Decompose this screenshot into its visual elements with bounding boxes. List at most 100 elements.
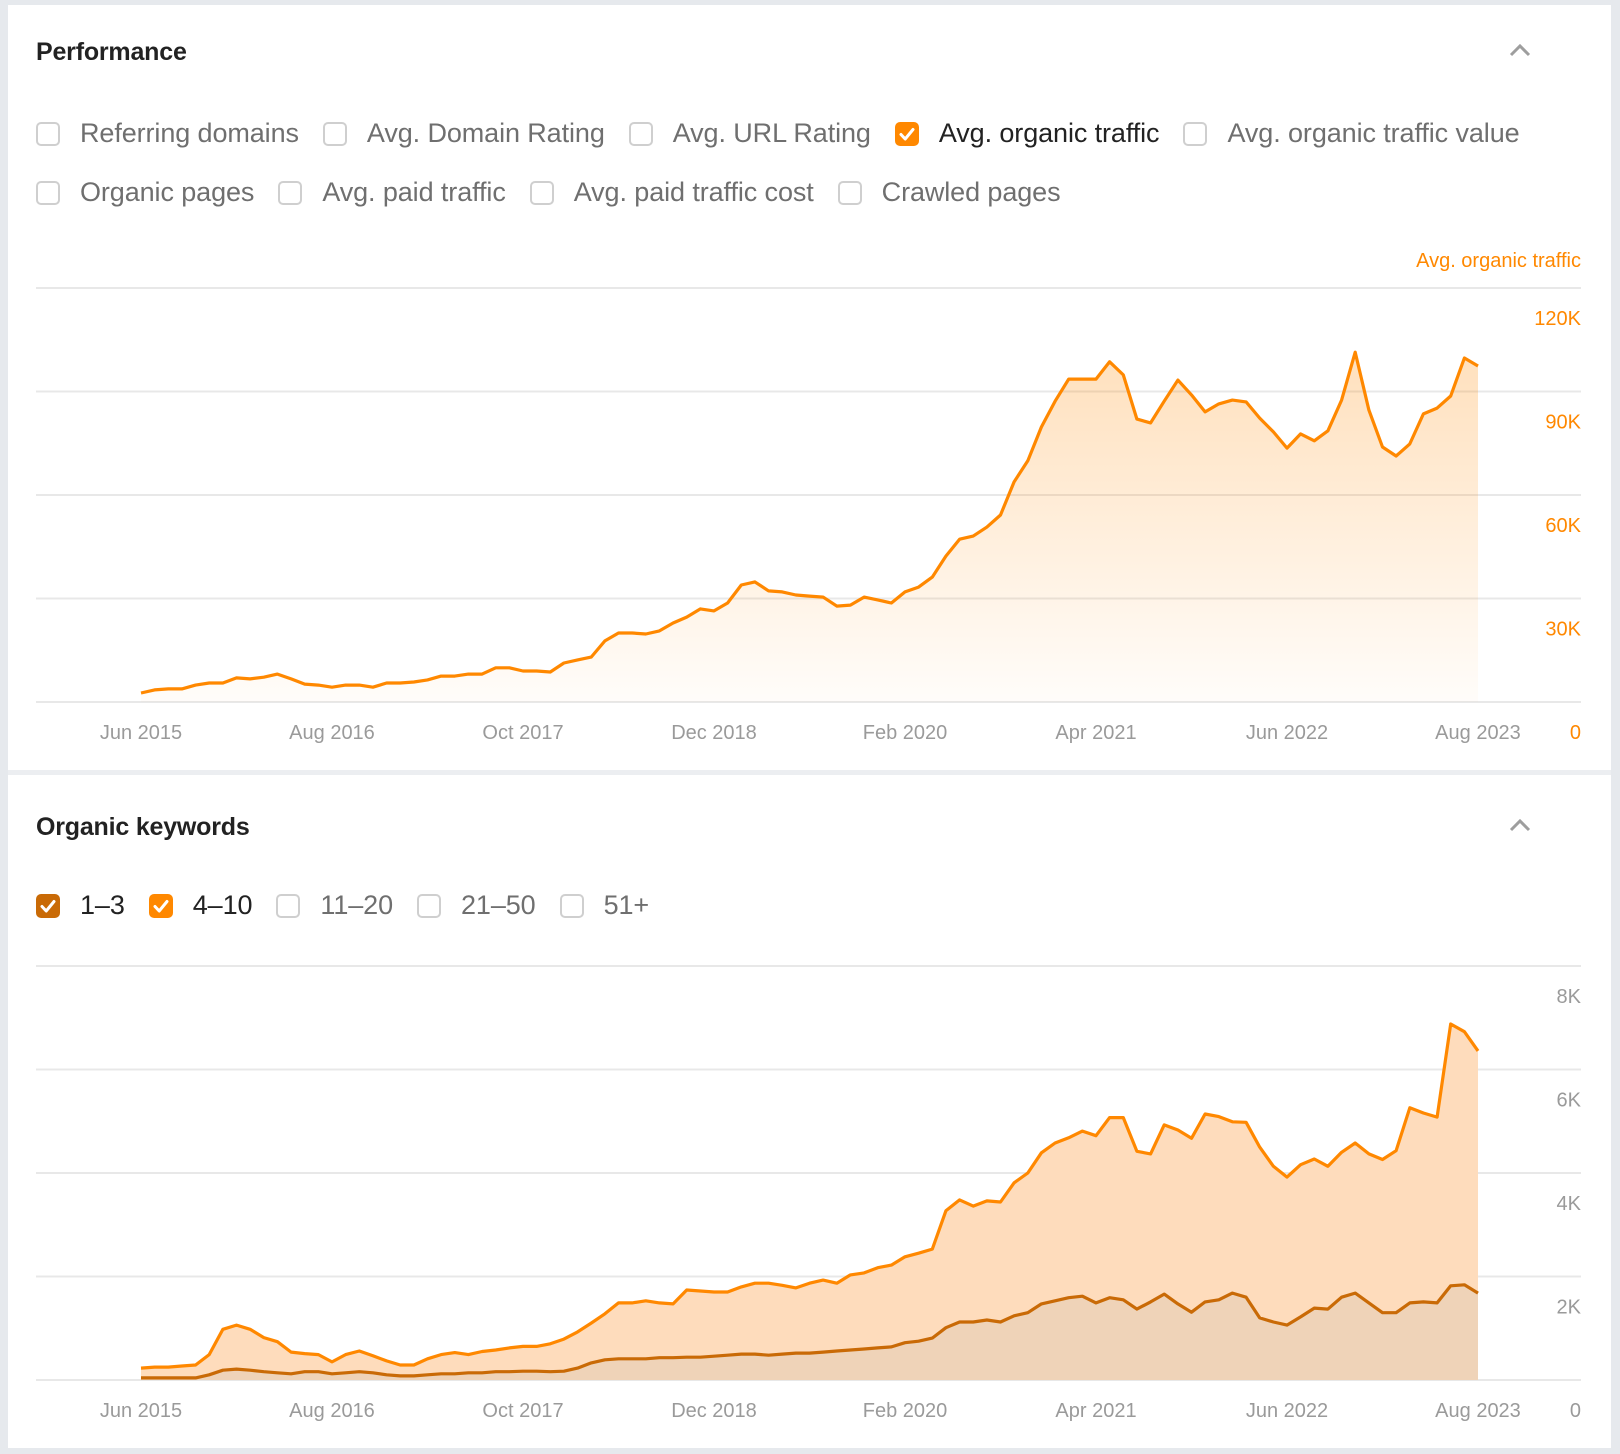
data-point-avg-organic-traffic[interactable] [1434,405,1440,411]
data-point-4-10[interactable] [1352,1140,1358,1146]
data-point-avg-organic-traffic[interactable] [302,681,308,687]
data-point-avg-organic-traffic[interactable] [179,686,185,692]
data-point-avg-organic-traffic[interactable] [506,665,512,671]
data-point-4-10[interactable] [1229,1119,1235,1125]
data-point-4-10[interactable] [1025,1170,1031,1176]
data-point-1-3[interactable] [315,1369,321,1375]
data-point-1-3[interactable] [1380,1310,1386,1316]
data-point-4-10[interactable] [602,1311,608,1317]
data-point-4-10[interactable] [998,1199,1004,1205]
data-point-1-3[interactable] [1352,1290,1358,1296]
data-point-1-3[interactable] [588,1360,594,1366]
data-point-4-10[interactable] [370,1353,376,1359]
data-point-avg-organic-traffic[interactable] [274,671,280,677]
data-point-1-3[interactable] [752,1351,758,1357]
data-point-1-3[interactable] [370,1370,376,1376]
data-point-4-10[interactable] [1420,1110,1426,1116]
data-point-4-10[interactable] [274,1339,280,1345]
data-point-avg-organic-traffic[interactable] [411,679,417,685]
data-point-1-3[interactable] [1025,1310,1031,1316]
data-point-4-10[interactable] [152,1364,158,1370]
data-point-4-10[interactable] [725,1289,731,1295]
data-point-4-10[interactable] [888,1262,894,1268]
data-point-avg-organic-traffic[interactable] [1284,445,1290,451]
data-point-4-10[interactable] [820,1277,826,1283]
data-point-avg-organic-traffic[interactable] [575,657,581,663]
data-point-avg-organic-traffic[interactable] [1475,363,1481,369]
data-point-avg-organic-traffic[interactable] [957,536,963,542]
data-point-1-3[interactable] [929,1335,935,1341]
data-point-1-3[interactable] [1243,1294,1249,1300]
data-point-avg-organic-traffic[interactable] [1052,398,1058,404]
data-point-4-10[interactable] [220,1326,226,1332]
data-point-1-3[interactable] [384,1372,390,1378]
data-point-4-10[interactable] [1161,1122,1167,1128]
data-point-4-10[interactable] [520,1343,526,1349]
data-point-1-3[interactable] [575,1365,581,1371]
data-point-4-10[interactable] [1038,1150,1044,1156]
data-point-4-10[interactable] [916,1250,922,1256]
data-point-4-10[interactable] [493,1347,499,1353]
data-point-1-3[interactable] [738,1351,744,1357]
data-point-4-10[interactable] [206,1352,212,1358]
data-point-1-3[interactable] [1093,1300,1099,1306]
data-point-1-3[interactable] [1434,1300,1440,1306]
data-point-4-10[interactable] [138,1365,144,1371]
data-point-1-3[interactable] [343,1370,349,1376]
data-point-4-10[interactable] [779,1282,785,1288]
data-point-4-10[interactable] [288,1349,294,1355]
data-point-avg-organic-traffic[interactable] [793,592,799,598]
data-point-1-3[interactable] [861,1346,867,1352]
data-point-avg-organic-traffic[interactable] [807,593,813,599]
data-point-1-3[interactable] [1311,1305,1317,1311]
data-point-avg-organic-traffic[interactable] [315,682,321,688]
data-point-1-3[interactable] [138,1375,144,1381]
data-point-1-3[interactable] [793,1350,799,1356]
data-point-4-10[interactable] [1325,1163,1331,1169]
data-point-avg-organic-traffic[interactable] [479,671,485,677]
data-point-avg-organic-traffic[interactable] [1011,479,1017,485]
data-point-4-10[interactable] [438,1352,444,1358]
data-point-avg-organic-traffic[interactable] [1393,453,1399,459]
data-point-avg-organic-traffic[interactable] [902,589,908,595]
data-point-4-10[interactable] [547,1341,553,1347]
data-point-4-10[interactable] [697,1288,703,1294]
data-point-avg-organic-traffic[interactable] [288,676,294,682]
data-point-avg-organic-traffic[interactable] [247,676,253,682]
data-point-4-10[interactable] [1011,1180,1017,1186]
data-point-4-10[interactable] [1461,1029,1467,1035]
data-point-avg-organic-traffic[interactable] [1107,359,1113,365]
data-point-avg-organic-traffic[interactable] [1448,393,1454,399]
data-point-1-3[interactable] [1120,1297,1126,1303]
data-point-avg-organic-traffic[interactable] [684,614,690,620]
data-point-1-3[interactable] [411,1373,417,1379]
data-point-4-10[interactable] [902,1254,908,1260]
data-point-1-3[interactable] [329,1371,335,1377]
data-point-4-10[interactable] [1475,1048,1481,1054]
data-point-1-3[interactable] [1298,1314,1304,1320]
data-point-1-3[interactable] [725,1352,731,1358]
data-point-4-10[interactable] [1380,1157,1386,1163]
data-point-1-3[interactable] [684,1354,690,1360]
data-point-1-3[interactable] [1407,1300,1413,1306]
data-point-avg-organic-traffic[interactable] [165,686,171,692]
data-point-4-10[interactable] [234,1322,240,1328]
data-point-1-3[interactable] [534,1368,540,1374]
data-point-4-10[interactable] [247,1326,253,1332]
data-point-4-10[interactable] [1175,1127,1181,1133]
data-point-avg-organic-traffic[interactable] [629,630,635,636]
data-point-avg-organic-traffic[interactable] [1079,376,1085,382]
data-point-4-10[interactable] [1243,1119,1249,1125]
data-point-4-10[interactable] [329,1359,335,1365]
data-point-1-3[interactable] [629,1356,635,1362]
data-point-1-3[interactable] [1475,1290,1481,1296]
data-point-1-3[interactable] [1148,1299,1154,1305]
data-point-avg-organic-traffic[interactable] [1189,392,1195,398]
data-point-4-10[interactable] [561,1336,567,1342]
data-point-avg-organic-traffic[interactable] [616,630,622,636]
data-point-avg-organic-traffic[interactable] [1229,397,1235,403]
data-point-1-3[interactable] [779,1351,785,1357]
data-point-avg-organic-traffic[interactable] [752,579,758,585]
data-point-avg-organic-traffic[interactable] [220,680,226,686]
data-point-1-3[interactable] [807,1350,813,1356]
